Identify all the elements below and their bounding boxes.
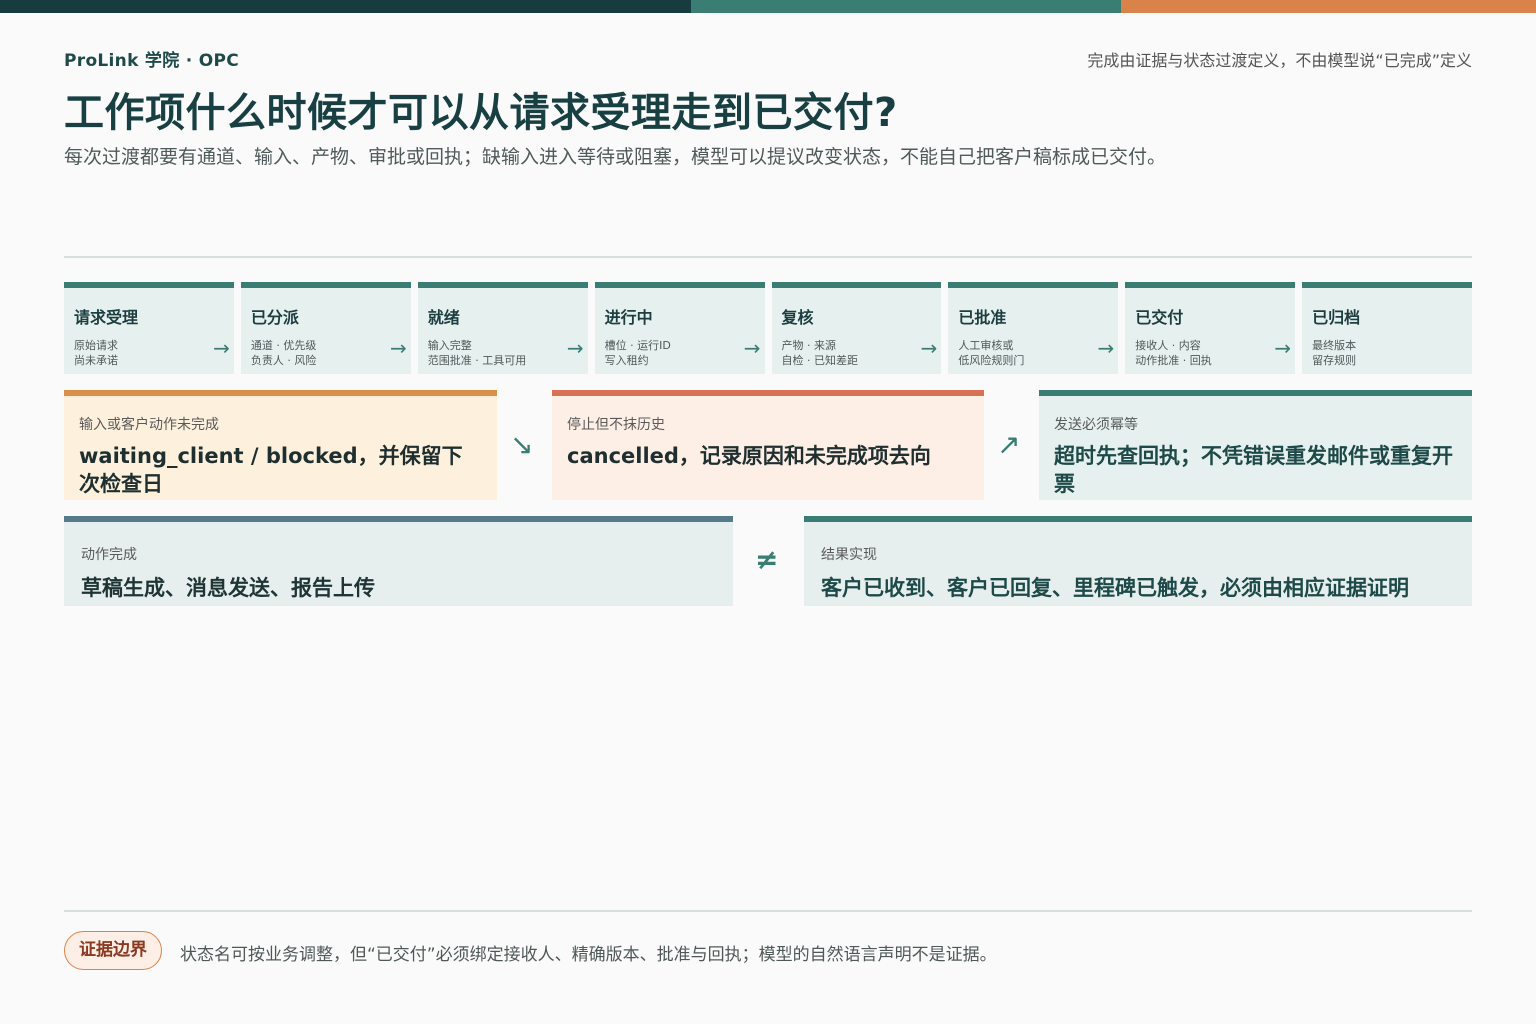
exception-label: 输入或客户动作未完成: [79, 417, 219, 433]
stage-note: 通道 · 优先级: [250, 339, 317, 352]
arrow-right-icon: →: [389, 336, 407, 360]
stage-note: 槽位 · 运行ID: [604, 339, 671, 352]
top-bar-segment-orange: [1121, 0, 1536, 13]
arrow-down-right-icon: ↘: [510, 428, 534, 461]
stage-name: 已归档: [1312, 308, 1361, 327]
stage-name: 进行中: [604, 308, 653, 327]
stage-flow: 请求受理 原始请求 尚未承诺 → 已分派 通道 · 优先级 负责人 · 风险 →…: [64, 282, 1472, 374]
arrow-right-icon: →: [920, 336, 938, 360]
exception-card-cancelled: 停止但不抹历史 cancelled，记录原因和未完成项去向: [552, 390, 984, 500]
stage-card: 就绪 输入完整 范围批准 · 工具可用 →: [417, 282, 588, 374]
arrow-right-icon: →: [1274, 336, 1292, 360]
compare-text: 草稿生成、消息发送、报告上传: [81, 576, 375, 600]
tagline: 完成由证据与状态过渡定义，不由模型说“已完成”定义: [1087, 51, 1472, 70]
footer-note: 状态名可按业务调整，但“已交付”必须绑定接收人、精确版本、批准与回执；模型的自然…: [180, 945, 997, 965]
exception-text: 超时先查回执；不凭错误重发邮件或重复开票: [1054, 444, 1453, 496]
stage-note: 人工审核或: [958, 339, 1014, 352]
stage-note: 范围批准 · 工具可用: [427, 354, 527, 367]
exception-card-idempotent: 发送必须幂等 超时先查回执；不凭错误重发邮件或重复开票: [1039, 390, 1472, 500]
stage-card: 已批准 人工审核或 低风险规则门 →: [948, 282, 1119, 374]
stage-name: 请求受理: [74, 308, 139, 327]
compare-card-action: 动作完成 草稿生成、消息发送、报告上传: [64, 516, 733, 606]
stage-name: 已交付: [1135, 308, 1184, 327]
stage-card: 请求受理 原始请求 尚未承诺 →: [64, 282, 234, 374]
brand-label: ProLink 学院 · OPC: [64, 51, 239, 71]
arrow-right-icon: →: [566, 336, 584, 360]
exception-label: 发送必须幂等: [1054, 417, 1138, 433]
exception-text: waiting_client / blocked，并保留下次检查日: [79, 444, 463, 496]
page-title: 工作项什么时候才可以从请求受理走到已交付?: [64, 90, 898, 136]
stage-card: 进行中 槽位 · 运行ID 写入租约 →: [594, 282, 765, 374]
stage-note: 留存规则: [1312, 354, 1357, 367]
stage-note: 写入租约: [604, 354, 649, 367]
stage-note: 输入完整: [427, 339, 472, 352]
compare-card-outcome: 结果实现 客户已收到、客户已回复、里程碑已触发，必须由相应证据证明: [804, 516, 1472, 606]
not-equal-icon: ≠: [755, 543, 779, 576]
stage-note: 负责人 · 风险: [250, 354, 317, 367]
stage-card: 已分派 通道 · 优先级 负责人 · 风险 →: [240, 282, 411, 374]
stage-note: 自检 · 已知差距: [781, 354, 859, 367]
divider-top: [64, 256, 1472, 258]
stage-note: 最终版本: [1312, 339, 1357, 352]
compare-text: 客户已收到、客户已回复、里程碑已触发，必须由相应证据证明: [821, 576, 1409, 600]
stage-name: 就绪: [427, 308, 460, 327]
stage-card: 已交付 接收人 · 内容 动作批准 · 回执 →: [1125, 282, 1296, 374]
top-color-bar: [0, 0, 1536, 13]
top-bar-segment-dark: [0, 0, 691, 13]
stage-note: 原始请求: [74, 339, 118, 352]
arrow-right-icon: →: [1097, 336, 1115, 360]
exception-card-waiting: 输入或客户动作未完成 waiting_client / blocked，并保留下…: [64, 390, 497, 500]
stage-name: 已分派: [250, 308, 299, 327]
top-bar-segment-teal: [691, 0, 1121, 13]
stage-note: 产物 · 来源: [781, 339, 837, 352]
stage-card: 复核 产物 · 来源 自检 · 已知差距 →: [771, 282, 942, 374]
stage-card: 已归档 最终版本 留存规则: [1302, 282, 1472, 374]
stage-note: 尚未承诺: [74, 354, 118, 367]
arrow-right-icon: →: [743, 336, 761, 360]
compare-label: 动作完成: [81, 547, 137, 563]
page-subtitle: 每次过渡都要有通道、输入、产物、审批或回执；缺输入进入等待或阻塞，模型可以提议改…: [64, 146, 1167, 168]
arrow-right-icon: →: [213, 336, 230, 360]
exception-text: cancelled，记录原因和未完成项去向: [567, 444, 931, 468]
arrow-up-right-icon: ↗: [997, 428, 1021, 461]
stage-note: 动作批准 · 回执: [1135, 354, 1212, 367]
divider-bottom: [64, 910, 1472, 912]
stage-note: 低风险规则门: [958, 354, 1025, 367]
stage-note: 接收人 · 内容: [1135, 339, 1201, 352]
stage-name: 已批准: [958, 308, 1007, 327]
evidence-boundary-badge: 证据边界: [64, 931, 162, 970]
exception-label: 停止但不抹历史: [567, 417, 665, 433]
compare-label: 结果实现: [821, 547, 877, 563]
stage-name: 复核: [781, 308, 814, 327]
